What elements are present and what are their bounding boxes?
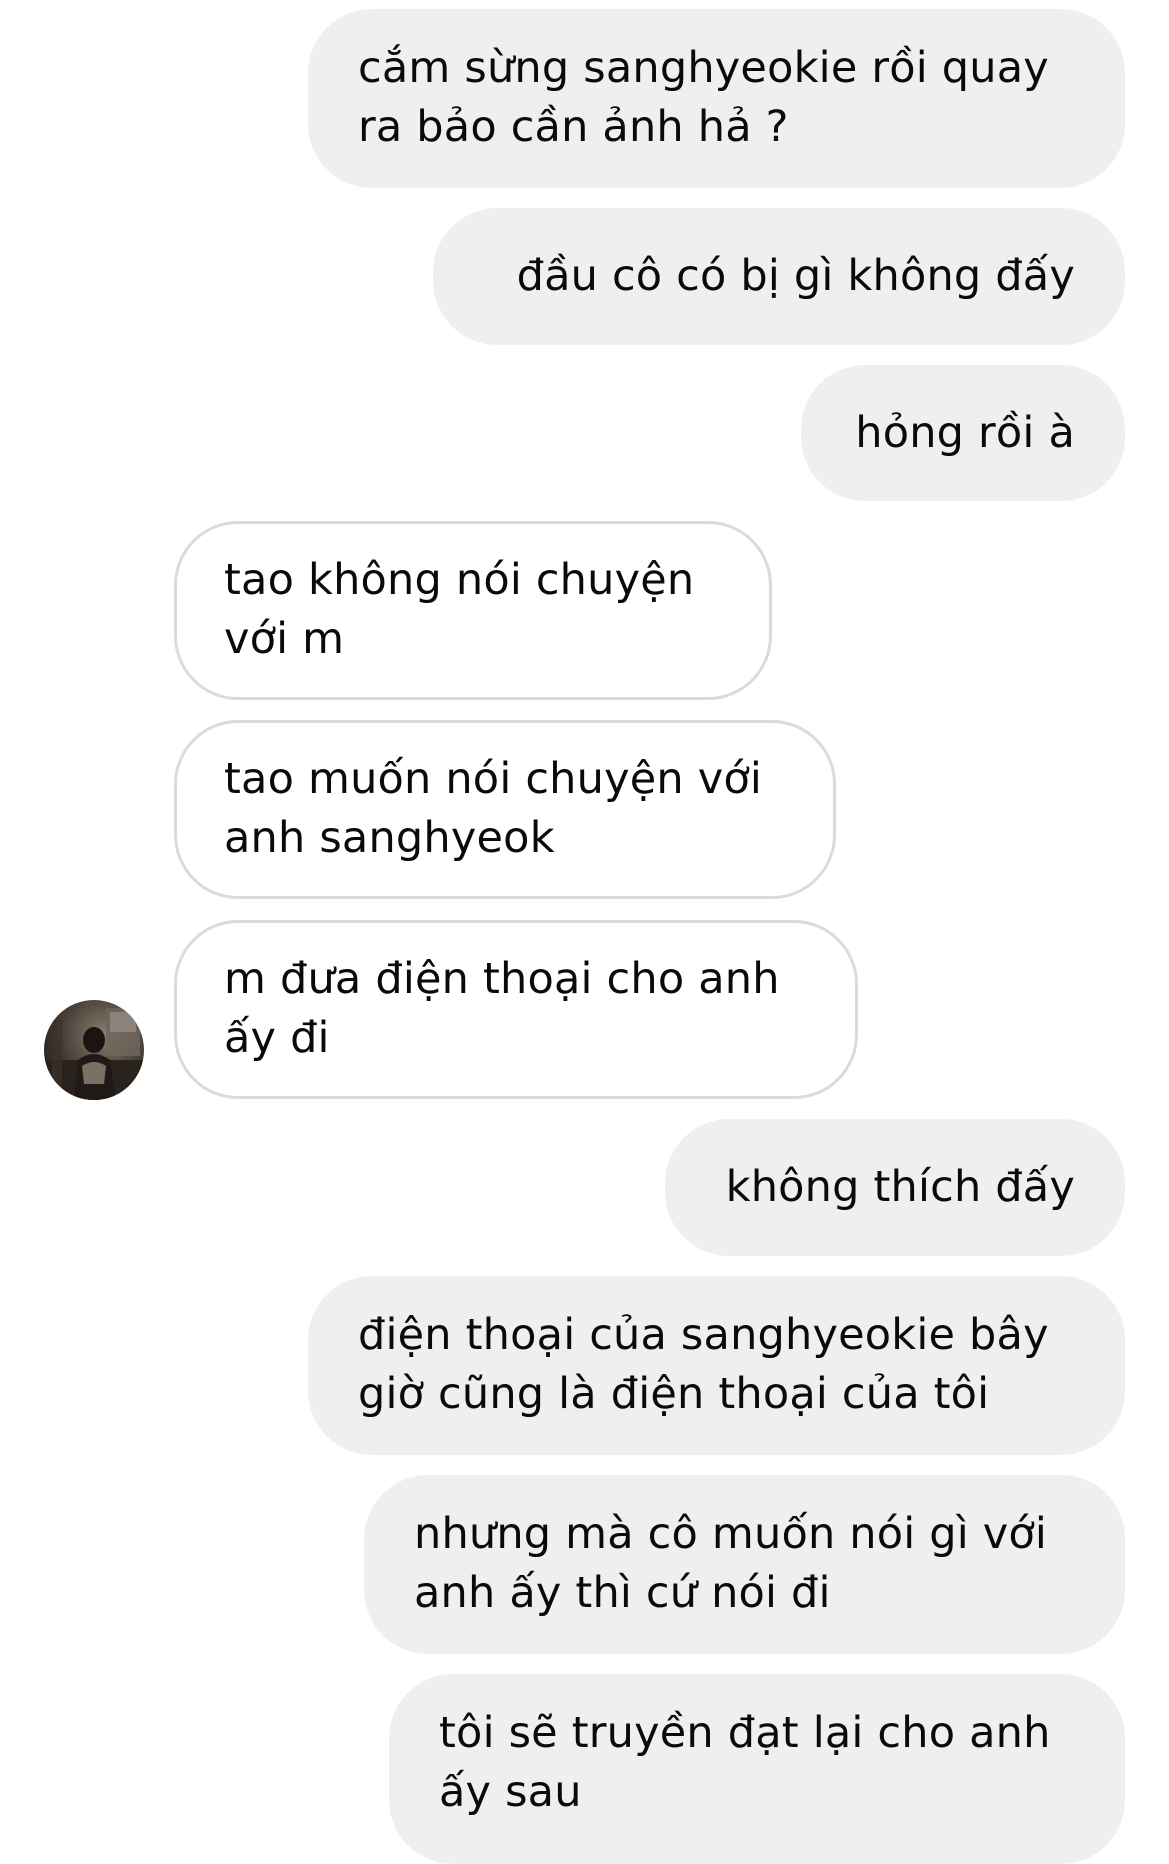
outgoing-message-bubble[interactable]: không thích đấy xyxy=(665,1119,1125,1256)
contact-avatar[interactable] xyxy=(44,1000,144,1100)
outgoing-message-bubble[interactable]: cắm sừng sanghyeokie rồi quay ra bảo cần… xyxy=(308,9,1125,188)
outgoing-message-bubble[interactable]: nhưng mà cô muốn nói gì với anh ấy thì c… xyxy=(364,1475,1125,1654)
outgoing-message-bubble[interactable]: tôi sẽ truyền đạt lại cho anh ấy sau xyxy=(389,1674,1125,1864)
incoming-message-bubble[interactable]: tao muốn nói chuyện với anh sanghyeok xyxy=(174,720,836,899)
message-thread: cắm sừng sanghyeokie rồi quay ra bảo cần… xyxy=(0,0,1169,1864)
incoming-message-bubble[interactable]: m đưa điện thoại cho anh ấy đi xyxy=(174,920,858,1099)
outgoing-message-bubble[interactable]: đầu cô có bị gì không đấy xyxy=(433,208,1125,345)
outgoing-message-bubble[interactable]: điện thoại của sanghyeokie bây giờ cũng … xyxy=(308,1276,1125,1455)
avatar-photo-icon xyxy=(44,1000,144,1100)
outgoing-message-bubble[interactable]: hỏng rồi à xyxy=(801,365,1125,501)
incoming-message-bubble[interactable]: tao không nói chuyện với m xyxy=(174,521,772,700)
